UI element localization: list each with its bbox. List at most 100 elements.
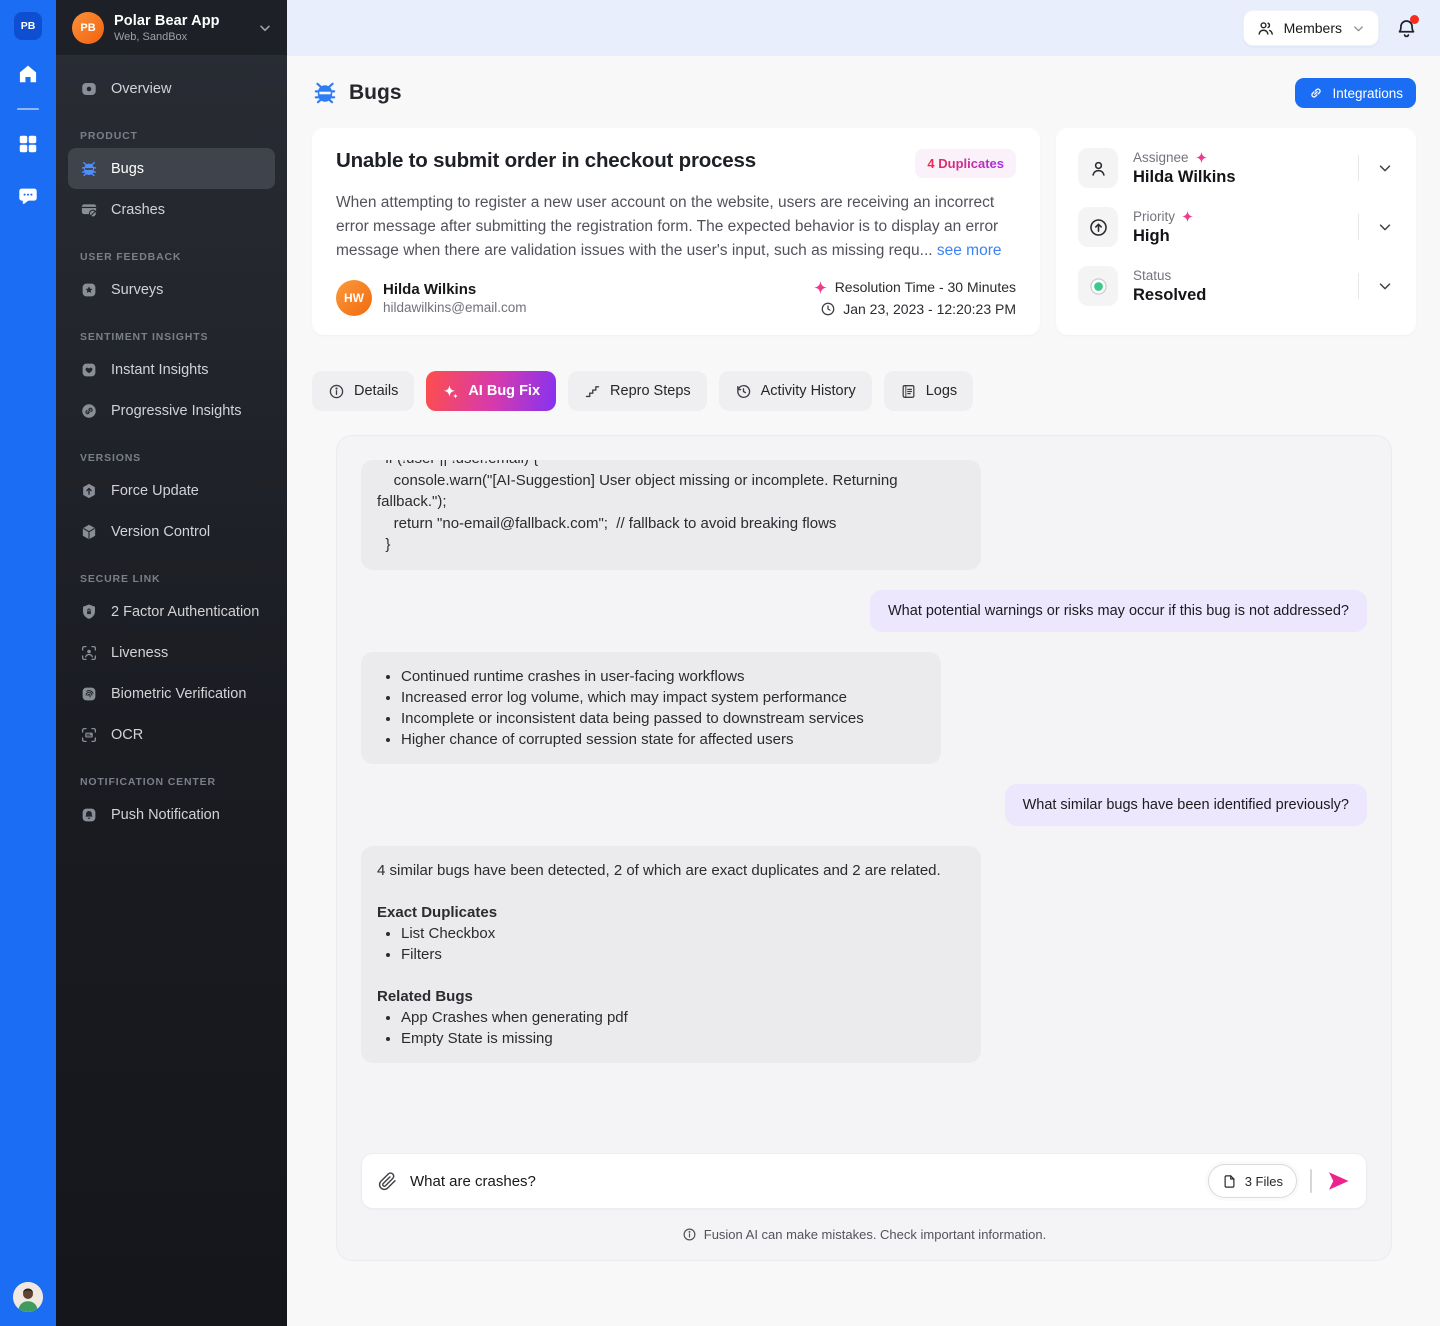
workspace-switcher[interactable]: PB Polar Bear App Web, SandBox [56,0,287,56]
history-icon [735,383,752,400]
priority-dropdown[interactable]: Priority High [1078,207,1394,247]
sidebar-item-label: Push Notification [111,807,220,823]
sidebar-item-progressive-insights[interactable]: Progressive Insights [68,390,275,431]
sidebar-item-ocr[interactable]: OCR [68,714,275,755]
sidebar-item-2fa[interactable]: 2 Factor Authentication [68,591,275,632]
sidebar-item-label: Force Update [111,483,199,499]
notifications-button[interactable] [1395,17,1418,40]
tab-logs[interactable]: Logs [884,371,973,411]
app-rail: PB [0,0,56,1326]
sparkle-icon [1195,151,1208,164]
sparkle-icon [813,280,828,295]
code-line: console.warn("[AI-Suggestion] User objec… [377,470,965,513]
sidebar-section-notification-center: NOTIFICATION CENTER [68,776,275,788]
divider [1358,273,1359,299]
chevron-down-icon[interactable] [1376,159,1394,177]
status-dropdown[interactable]: Status Resolved [1078,266,1394,306]
integrations-button[interactable]: Integrations [1295,78,1416,108]
priority-value: High [1133,227,1194,246]
fingerprint-icon [80,685,98,703]
assignee-value: Hilda Wilkins [1133,168,1236,187]
bug-description: When attempting to register a new user a… [336,191,1016,263]
sidebar-section-secure-link: SECURE LINK [68,573,275,585]
tab-activity-history[interactable]: Activity History [719,371,872,411]
tab-ai-bug-fix[interactable]: AI Bug Fix [426,371,556,411]
sparkle-icon [442,383,459,400]
sidebar-item-overview[interactable]: Overview [68,68,275,109]
sidebar-item-liveness[interactable]: Liveness [68,632,275,673]
exact-duplicates-heading: Exact Duplicates [377,902,965,923]
sidebar-section-sentiment: SENTIMENT INSIGHTS [68,331,275,343]
chevron-down-icon[interactable] [1376,277,1394,295]
send-button[interactable] [1325,1169,1352,1193]
link-icon [1308,85,1324,101]
related-item: Empty State is missing [401,1028,965,1049]
similar-bugs-intro: 4 similar bugs have been detected, 2 of … [377,860,965,881]
sidebar-item-biometric[interactable]: Biometric Verification [68,673,275,714]
ai-message-risks: Continued runtime crashes in user-facing… [361,652,941,764]
chevron-down-icon [257,20,273,36]
members-icon [1256,19,1275,38]
arrow-up-hexagon-icon [80,482,98,500]
sidebar-item-version-control[interactable]: Version Control [68,511,275,552]
chat-button[interactable] [10,178,46,214]
sidebar-item-surveys[interactable]: Surveys [68,269,275,310]
duplicates-badge[interactable]: 4 Duplicates [915,149,1016,178]
ai-disclaimer: Fusion AI can make mistakes. Check impor… [361,1227,1367,1242]
workspace-avatar: PB [72,12,104,44]
steps-icon [584,383,601,400]
tab-label: Repro Steps [610,383,691,399]
heart-icon [80,361,98,379]
risk-item: Higher chance of corrupted session state… [401,729,925,750]
sidebar-section-versions: VERSIONS [68,452,275,464]
sidebar-item-label: Bugs [111,161,144,177]
home-button[interactable] [10,56,46,92]
status-value: Resolved [1133,286,1206,305]
chevron-down-icon[interactable] [1376,218,1394,236]
see-more-link[interactable]: see more [937,242,1002,259]
duplicate-item: List Checkbox [401,923,965,944]
workspace-name: Polar Bear App [114,13,257,29]
tab-details[interactable]: Details [312,371,414,411]
workspace-subtitle: Web, SandBox [114,31,257,43]
sidebar-item-push-notification[interactable]: Push Notification [68,794,275,835]
apps-button[interactable] [10,126,46,162]
sidebar-item-bugs[interactable]: Bugs [68,148,275,189]
code-line: } [377,534,965,556]
notification-dot [1410,15,1419,24]
members-label: Members [1284,20,1342,36]
reporter: HW Hilda Wilkins hildawilkins@email.com [336,280,527,316]
grid-icon [17,133,39,155]
paperclip-icon[interactable] [378,1172,397,1191]
sidebar-item-label: Version Control [111,524,210,540]
code-line-clipped: if (!user || !user.email) { [377,460,965,470]
code-line: return "no-email@fallback.com"; // fallb… [377,513,965,535]
risk-item: Increased error log volume, which may im… [401,687,925,708]
sidebar-item-instant-insights[interactable]: Instant Insights [68,349,275,390]
divider [1310,1169,1312,1193]
sparkle-icon [1181,210,1194,223]
attached-files-button[interactable]: 3 Files [1208,1164,1297,1198]
ocr-scan-icon [80,726,98,744]
surveys-icon [80,281,98,299]
bug-tabs: Details AI Bug Fix Repro Steps Activity … [312,371,1416,411]
tab-repro-steps[interactable]: Repro Steps [568,371,707,411]
rail-divider [17,108,39,110]
shield-lock-icon [80,603,98,621]
priority-label: Priority [1133,209,1175,224]
user-avatar[interactable] [13,1282,43,1312]
reporter-avatar: HW [336,280,372,316]
divider [1358,155,1359,181]
bell-square-icon [80,806,98,824]
related-bugs-heading: Related Bugs [377,986,965,1007]
reporter-email: hildawilkins@email.com [383,300,527,315]
sidebar-item-crashes[interactable]: Crashes [68,189,275,230]
sidebar-item-force-update[interactable]: Force Update [68,470,275,511]
face-scan-icon [80,644,98,662]
members-button[interactable]: Members [1243,10,1379,46]
assignee-dropdown[interactable]: Assignee Hilda Wilkins [1078,148,1394,188]
bug-card: Unable to submit order in checkout proce… [312,128,1040,335]
home-icon [17,63,39,85]
tab-label: Activity History [761,383,856,399]
chat-input[interactable] [410,1173,1208,1190]
